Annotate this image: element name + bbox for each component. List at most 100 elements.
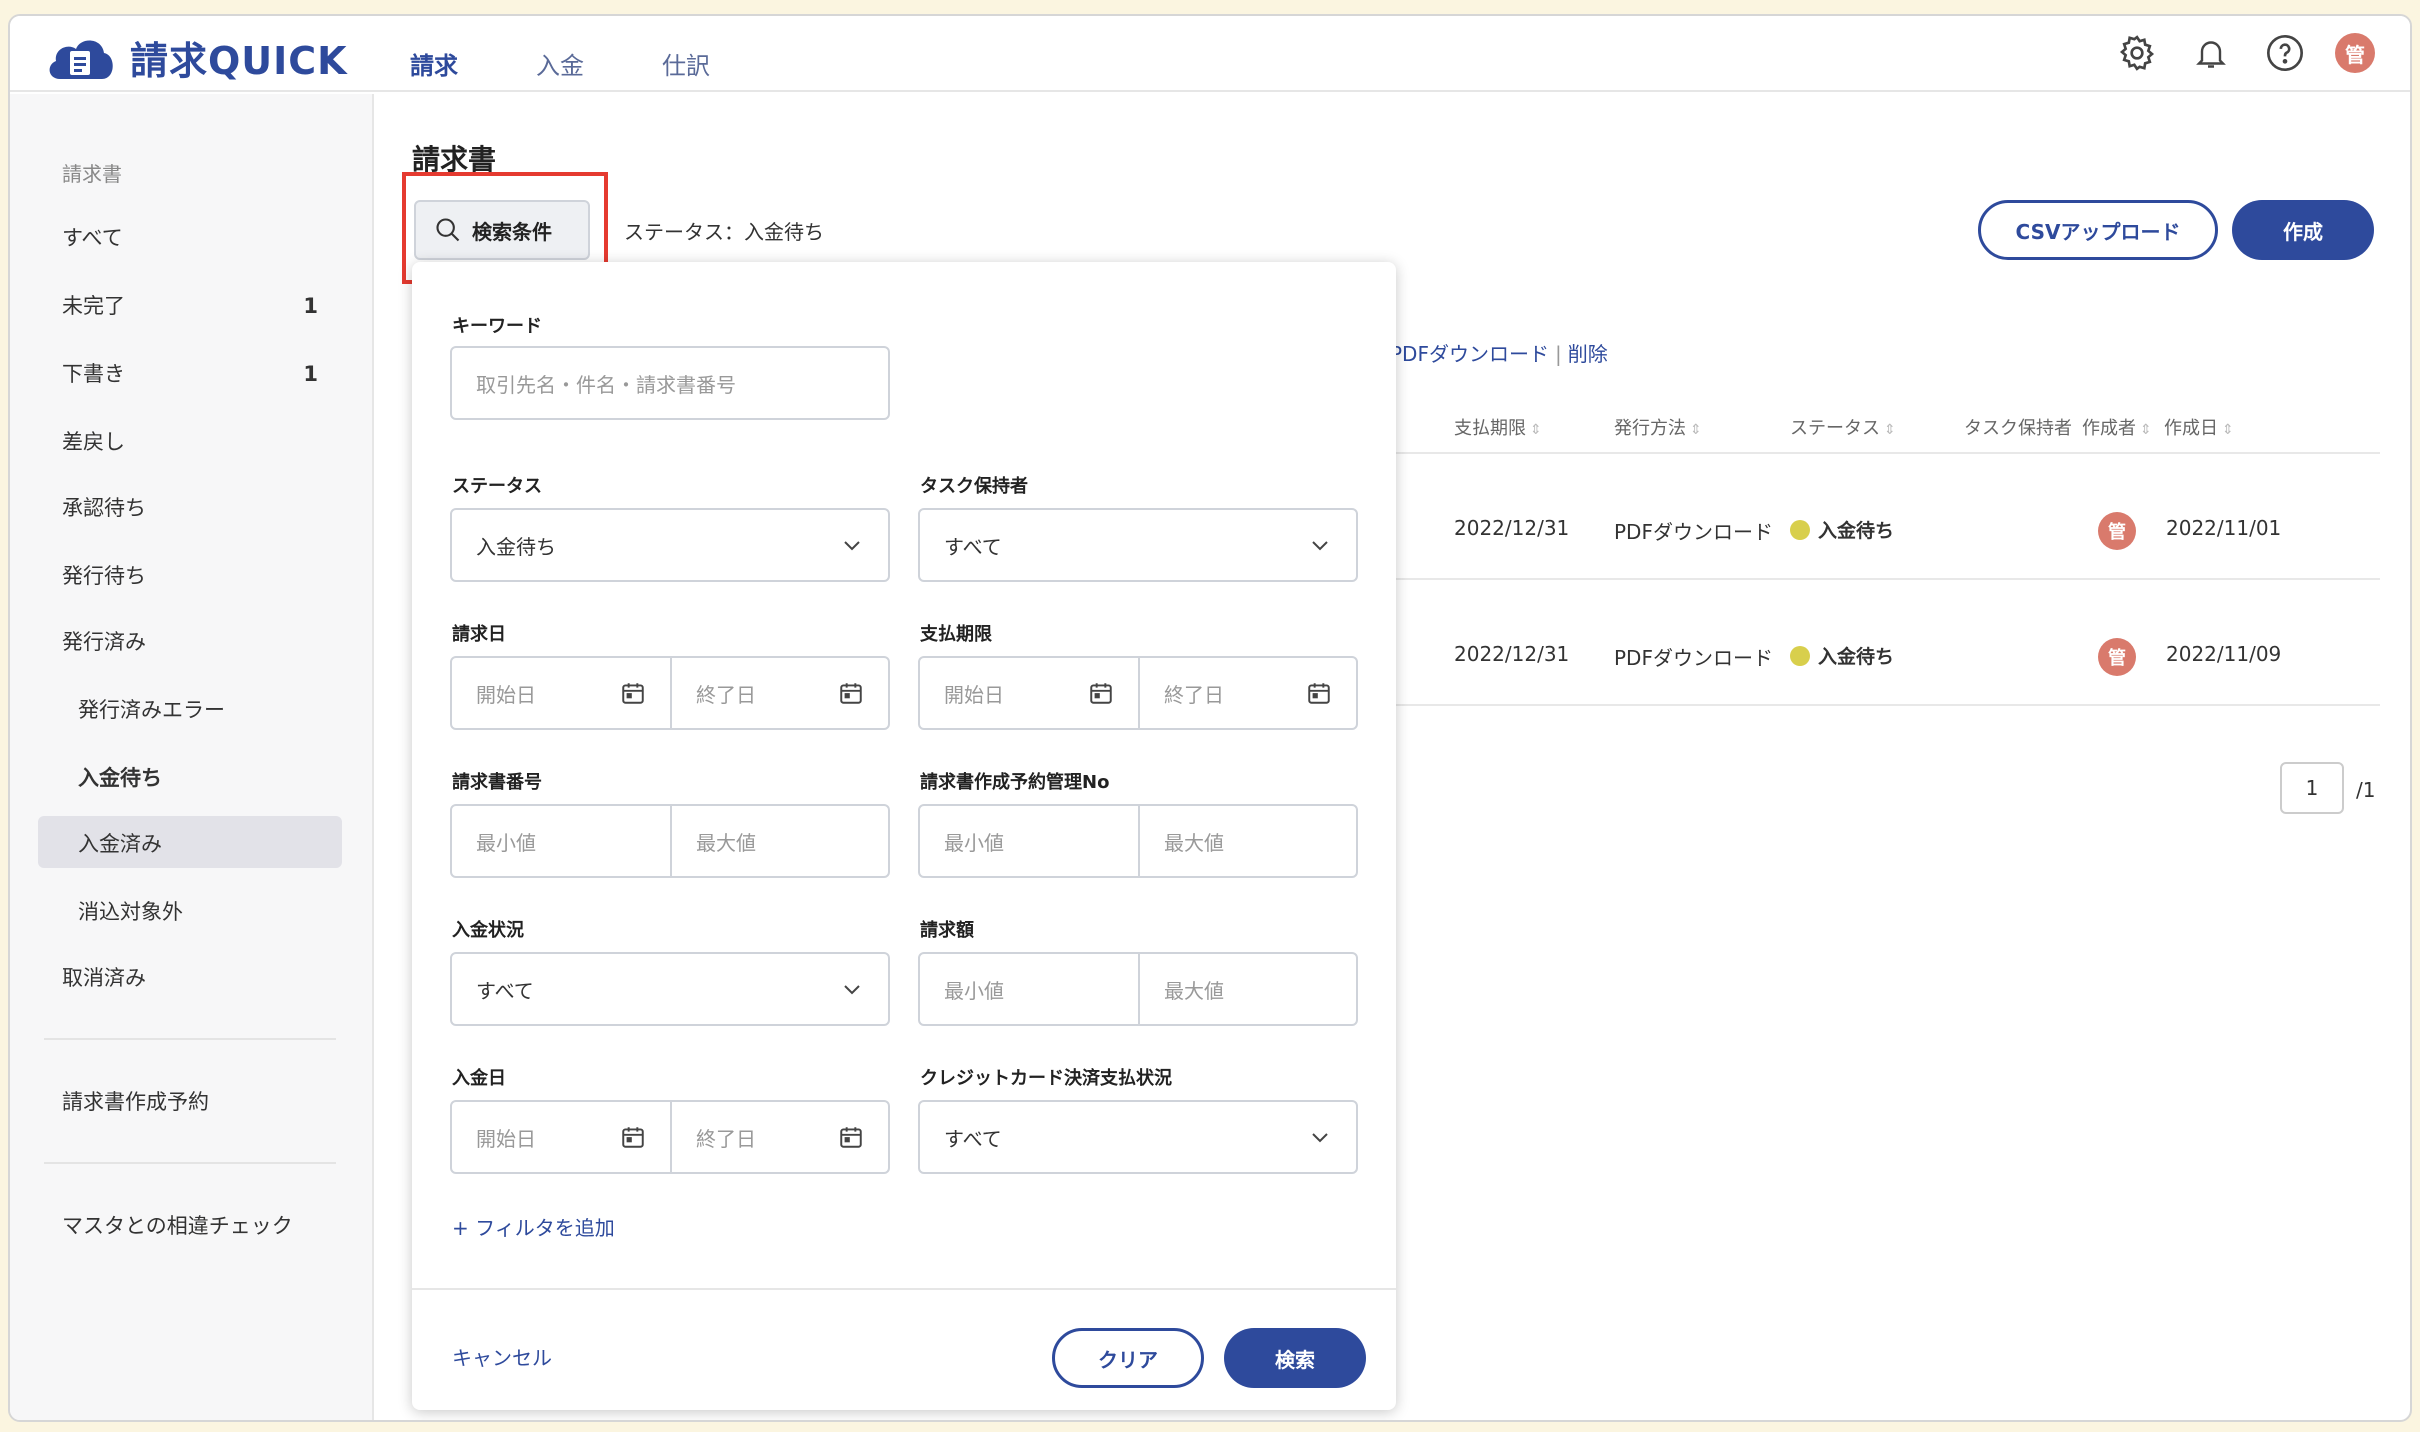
sidebar-item-issued-error[interactable]: 発行済みエラー — [78, 690, 334, 730]
due-date-label: 支払期限 — [920, 624, 992, 645]
col-issue-method[interactable]: 発行方法 ⇕ — [1614, 414, 1702, 440]
sort-icon: ⇕ — [2140, 422, 2152, 438]
payment-date-range: 開始日 終了日 — [450, 1100, 890, 1174]
main-nav: 請求 入金 仕訳 — [410, 46, 788, 81]
invoice-date-end[interactable]: 終了日 — [670, 658, 888, 728]
credit-status-label: クレジットカード決済支払状況 — [920, 1068, 1172, 1089]
calendar-icon — [840, 683, 862, 704]
cell-created-date: 2022/11/01 — [2166, 516, 2282, 540]
due-date-end[interactable]: 終了日 — [1138, 658, 1356, 728]
due-date-start[interactable]: 開始日 — [920, 658, 1138, 728]
top-header: 請求QUICK 請求 入金 仕訳 管 — [10, 16, 2410, 92]
calendar-icon — [622, 1127, 644, 1148]
creator-avatar: 管 — [2098, 638, 2136, 676]
cell-created-date: 2022/11/09 — [2166, 642, 2282, 666]
reservation-no-min[interactable]: 最小値 — [920, 806, 1138, 876]
table-divider — [1390, 452, 2380, 454]
cancel-link[interactable]: キャンセル — [452, 1342, 552, 1371]
nav-journal[interactable]: 仕訳 — [662, 46, 788, 81]
chevron-down-icon — [1312, 541, 1328, 551]
invoice-date-start[interactable]: 開始日 — [452, 658, 670, 728]
add-filter-link[interactable]: + フィルタを追加 — [452, 1212, 615, 1241]
chevron-down-icon — [844, 985, 860, 995]
sidebar-item-reservation[interactable]: 請求書作成予約 — [62, 1082, 318, 1122]
calendar-icon — [1090, 683, 1112, 704]
table-divider — [1390, 578, 2380, 580]
sidebar-item-returned[interactable]: 差戻し — [62, 422, 318, 462]
col-creator[interactable]: 作成者 ⇕ — [2082, 414, 2152, 440]
payment-status-label: 入金状況 — [452, 920, 524, 941]
task-holder-select[interactable]: すべて — [918, 508, 1358, 582]
app-window: 請求QUICK 請求 入金 仕訳 管 請求書 すべて 未完了 1 下書き 1 差… — [8, 14, 2412, 1422]
col-created-date[interactable]: 作成日 ⇕ — [2164, 414, 2234, 440]
cell-status: 入金待ち — [1790, 642, 1894, 669]
invoice-number-max[interactable]: 最大値 — [670, 806, 888, 876]
calendar-icon — [622, 683, 644, 704]
keyword-input[interactable]: 取引先名・件名・請求書番号 — [450, 346, 890, 420]
sidebar-item-issued[interactable]: 発行済み — [62, 622, 318, 662]
sidebar-item-paid[interactable]: 入金済み — [78, 824, 334, 864]
sidebar-item-awaiting-approval[interactable]: 承認待ち — [62, 488, 318, 528]
payment-date-start[interactable]: 開始日 — [452, 1102, 670, 1172]
sidebar-item-cancelled[interactable]: 取消済み — [62, 958, 318, 998]
bell-icon[interactable] — [2188, 30, 2234, 76]
bulk-pdf-download-link[interactable]: PDFダウンロード — [1390, 342, 1549, 366]
bulk-actions: PDFダウンロード | 削除 — [1390, 338, 1608, 367]
payment-date-end[interactable]: 終了日 — [670, 1102, 888, 1172]
sidebar-item-all[interactable]: すべて — [62, 218, 318, 258]
cell-due-date: 2022/12/31 — [1454, 516, 1570, 540]
status-dot — [1790, 645, 1810, 666]
creator-avatar: 管 — [2098, 512, 2136, 550]
credit-status-select[interactable]: すべて — [918, 1100, 1358, 1174]
sidebar-item-awaiting-issue[interactable]: 発行待ち — [62, 556, 318, 596]
create-button[interactable]: 作成 — [2232, 200, 2374, 260]
col-task-holder: タスク保持者 — [1964, 418, 2072, 439]
invoice-date-range: 開始日 終了日 — [450, 656, 890, 730]
cloud-document-icon — [49, 39, 113, 79]
sidebar-item-master-check[interactable]: マスタとの相違チェック — [62, 1206, 318, 1246]
amount-max[interactable]: 最大値 — [1138, 954, 1356, 1024]
calendar-icon — [1308, 683, 1330, 704]
invoice-number-label: 請求書番号 — [452, 772, 542, 793]
keyword-label: キーワード — [452, 316, 542, 337]
payment-date-label: 入金日 — [452, 1068, 506, 1089]
col-due-date[interactable]: 支払期限 ⇕ — [1454, 414, 1542, 440]
sidebar-divider — [44, 1038, 336, 1040]
app-logo[interactable]: 請求QUICK — [44, 30, 348, 85]
sidebar-section-title: 請求書 — [62, 162, 122, 186]
reservation-no-label: 請求書作成予約管理No — [920, 772, 1110, 793]
gear-icon[interactable] — [2114, 30, 2160, 76]
sidebar-item-draft[interactable]: 下書き 1 — [62, 354, 318, 394]
amount-min[interactable]: 最小値 — [920, 954, 1138, 1024]
col-status[interactable]: ステータス ⇕ — [1790, 414, 1896, 440]
sidebar: 請求書 すべて 未完了 1 下書き 1 差戻し 承認待ち 発行待ち 発行済み 発行済… — [10, 94, 374, 1420]
clear-button[interactable]: クリア — [1052, 1328, 1204, 1388]
cell-issue-method: PDFダウンロード — [1614, 646, 1773, 670]
payment-status-select[interactable]: すべて — [450, 952, 890, 1026]
bulk-delete-link[interactable]: 削除 — [1568, 342, 1608, 366]
nav-invoice[interactable]: 請求 — [410, 46, 536, 81]
help-circle-icon[interactable] — [2262, 30, 2308, 76]
sidebar-item-incomplete[interactable]: 未完了 1 — [62, 286, 318, 326]
csv-upload-button[interactable]: CSVアップロード — [1978, 200, 2218, 260]
panel-divider — [412, 1288, 1396, 1290]
chevron-down-icon — [1312, 1133, 1328, 1143]
page-number-input[interactable]: 1 — [2280, 762, 2344, 814]
nav-payment[interactable]: 入金 — [536, 46, 662, 81]
sort-icon: ⇕ — [1884, 422, 1896, 438]
user-avatar[interactable]: 管 — [2332, 30, 2378, 76]
sidebar-divider — [44, 1162, 336, 1164]
table-divider — [1390, 704, 2380, 706]
reservation-no-max[interactable]: 最大値 — [1138, 806, 1356, 876]
invoice-number-min[interactable]: 最小値 — [452, 806, 670, 876]
page-total: /1 — [2356, 778, 2376, 802]
search-conditions-panel: キーワード 取引先名・件名・請求書番号 ステータス 入金待ち タスク保持者 すべ… — [412, 262, 1396, 1410]
search-button[interactable]: 検索 — [1224, 1328, 1366, 1388]
sort-icon: ⇕ — [2222, 422, 2234, 438]
task-holder-label: タスク保持者 — [920, 476, 1028, 497]
calendar-icon — [840, 1127, 862, 1148]
status-select[interactable]: 入金待ち — [450, 508, 890, 582]
sidebar-item-awaiting-payment[interactable]: 入金待ち — [78, 758, 334, 798]
sidebar-item-excluded[interactable]: 消込対象外 — [78, 892, 334, 932]
cell-due-date: 2022/12/31 — [1454, 642, 1570, 666]
